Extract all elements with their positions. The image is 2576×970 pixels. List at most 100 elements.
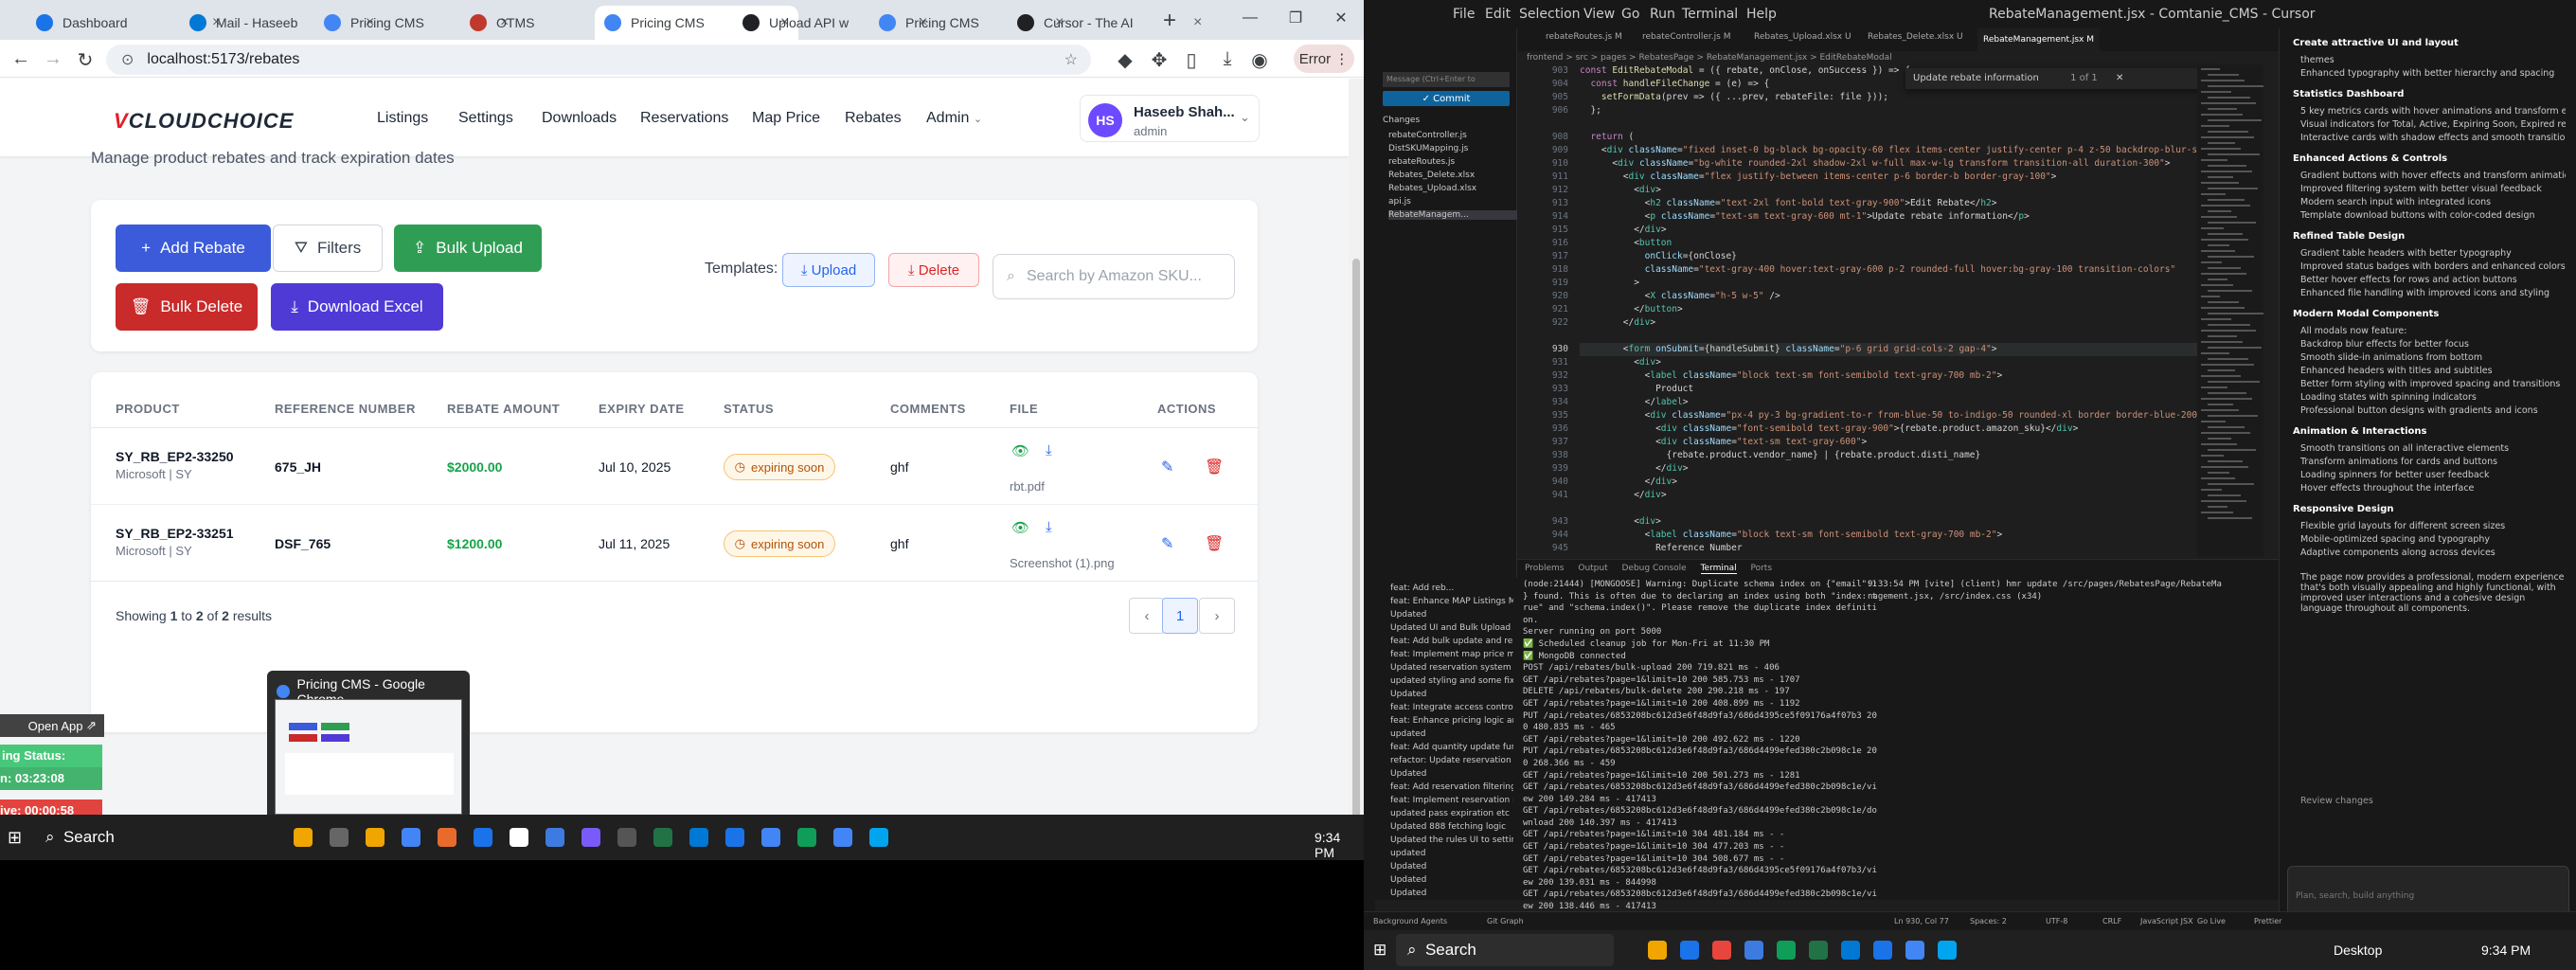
changed-file[interactable]: rebateRoutes.js (1388, 157, 1455, 167)
new-tab-button[interactable]: + (1163, 8, 1176, 34)
git-commit-item[interactable]: Updated (1390, 889, 1513, 898)
view-file-icon[interactable]: 👁 (1011, 442, 1029, 459)
git-commit-item[interactable]: Updated (1390, 769, 1513, 779)
commit-message-input[interactable]: Message (Ctrl+Enter to commit...) (1383, 72, 1510, 99)
nav-reservations[interactable]: Reservations (640, 110, 728, 127)
delete-icon[interactable]: 🗑 (1205, 534, 1224, 553)
taskbar-app-icon[interactable] (1712, 941, 1731, 960)
taskbar-app-icon[interactable] (1841, 941, 1860, 960)
page-1-button[interactable]: 1 (1162, 598, 1198, 634)
menu-selection[interactable]: Selection (1519, 7, 1581, 22)
editor-tab[interactable]: Rebates_Upload.xlsx U (1754, 32, 1852, 42)
taskbar-app-icon[interactable] (474, 828, 492, 847)
menu-go[interactable]: Go (1621, 7, 1639, 22)
git-commit-item[interactable]: Updated 888 fetching logic (1390, 822, 1513, 832)
sidebar-icon[interactable]: ▯ (1180, 48, 1203, 72)
status-item[interactable]: Go Live (2197, 917, 2226, 925)
windows-start-icon[interactable]: ⊞ (8, 828, 22, 848)
nav-settings[interactable]: Settings (458, 110, 513, 127)
edit-icon[interactable]: ✎ (1161, 458, 1173, 476)
status-item[interactable]: JavaScript JSX (2140, 917, 2193, 925)
page-scrollbar[interactable] (1349, 79, 1364, 824)
git-commit-item[interactable]: feat: Integrate access control an... (1390, 703, 1513, 712)
git-commit-item[interactable]: feat: Implement reservation ma... (1390, 796, 1513, 805)
template-upload-button[interactable]: ⤓ Upload (782, 253, 875, 287)
git-commit-item[interactable]: Updated reservation system Ho... (1390, 663, 1513, 673)
taskbar-app-icon[interactable] (653, 828, 672, 847)
editor-tab-active[interactable]: RebateManagement.jsx M (1977, 28, 2100, 51)
taskbar-app-icon[interactable] (510, 828, 528, 847)
taskbar-app-icon[interactable] (833, 828, 852, 847)
taskbar-app-icon[interactable] (1744, 941, 1763, 960)
git-commit-item[interactable]: feat: Add reservation filtering an... (1390, 782, 1513, 792)
taskbar-window-preview[interactable]: Pricing CMS - Google Chrome (267, 671, 470, 824)
taskbar-app-icon[interactable] (1905, 941, 1924, 960)
taskbar-app-icon[interactable] (689, 828, 708, 847)
taskbar-search[interactable]: ⌕ Search (1396, 934, 1614, 966)
taskbar-app-icon[interactable] (617, 828, 636, 847)
git-commit-item[interactable]: updated (1390, 729, 1513, 739)
editor-tab[interactable]: Rebates_Delete.xlsx U (1868, 32, 1963, 42)
taskbar-app-icon[interactable] (1938, 941, 1957, 960)
status-item[interactable]: Prettier (2254, 917, 2281, 925)
user-menu[interactable]: HS Haseeb Shah... admin ⌄ (1080, 95, 1260, 142)
error-button[interactable]: Error ⋮ (1294, 45, 1354, 73)
reload-icon[interactable]: ↻ (74, 48, 97, 72)
bulk-upload-button[interactable]: ⇪ Bulk Upload (394, 225, 542, 272)
changed-file[interactable]: Rebates_Delete.xlsx (1388, 171, 1475, 180)
changed-file[interactable]: rebateController.js (1388, 131, 1467, 140)
template-delete-button[interactable]: ⤓ Delete (888, 253, 979, 287)
changed-file[interactable]: Rebates_Upload.xlsx (1388, 184, 1476, 193)
git-commit-item[interactable]: updated (1390, 849, 1513, 858)
view-file-icon[interactable]: 👁 (1011, 519, 1029, 536)
bulk-delete-button[interactable]: 🗑 Bulk Delete (116, 283, 258, 331)
tab-ports[interactable]: Ports (1750, 564, 1772, 573)
git-commit-item[interactable]: feat: Add reb... (1390, 584, 1513, 593)
status-item[interactable]: UTF-8 (2046, 917, 2067, 925)
terminal-output[interactable]: (node:21444) [MONGOOSE] Warning: Duplica… (1523, 579, 1877, 913)
editor-tab[interactable]: rebateController.js M (1642, 32, 1730, 42)
taskbar-app-icon[interactable] (761, 828, 780, 847)
download-icon[interactable]: ⤓ (1216, 48, 1239, 70)
close-icon[interactable]: ✕ (1318, 0, 1364, 36)
menu-run[interactable]: Run (1650, 7, 1675, 22)
taskbar-search[interactable]: ⌕ Search (34, 821, 271, 853)
git-commit-item[interactable]: feat: Enhance pricing logic and ... (1390, 716, 1513, 726)
tab-debug-console[interactable]: Debug Console (1622, 564, 1687, 573)
git-commit-item[interactable]: Updated the rules UI to settings... (1390, 835, 1513, 845)
status-item[interactable]: Background Agents (1373, 917, 1447, 925)
filters-button[interactable]: ⛛ Filters (273, 225, 383, 272)
status-item[interactable]: Git Graph (1487, 917, 1524, 925)
taskbar-app-icon[interactable] (725, 828, 744, 847)
git-commit-item[interactable]: feat: Implement map price man... (1390, 650, 1513, 659)
add-rebate-button[interactable]: + Add Rebate (116, 225, 271, 272)
tab-problems[interactable]: Problems (1525, 564, 1564, 573)
commit-button[interactable]: ✓ Commit (1383, 91, 1510, 106)
status-item[interactable]: Ln 930, Col 77 (1894, 917, 1949, 925)
taskbar-app-icon[interactable] (366, 828, 385, 847)
editor-tab[interactable]: rebateRoutes.js M (1546, 32, 1622, 42)
next-page-button[interactable]: › (1199, 598, 1235, 634)
taskbar-app-icon[interactable] (1809, 941, 1828, 960)
taskbar-app-icon[interactable] (330, 828, 349, 847)
taskbar-app-icon[interactable] (1680, 941, 1699, 960)
download-excel-button[interactable]: ⤓ Download Excel (271, 283, 443, 331)
delete-icon[interactable]: 🗑 (1205, 458, 1224, 476)
menu-view[interactable]: View (1583, 7, 1615, 22)
extensions-puzzle-icon[interactable]: ✥ (1148, 48, 1171, 72)
windows-start-icon[interactable]: ⊞ (1373, 941, 1386, 960)
prev-page-button[interactable]: ‹ (1129, 598, 1165, 634)
taskbar-app-icon[interactable] (1777, 941, 1796, 960)
taskbar-app-icon[interactable] (1648, 941, 1667, 960)
nav-listings[interactable]: Listings (377, 110, 428, 127)
extension-icon[interactable]: ◆ (1114, 48, 1136, 72)
git-commit-item[interactable]: Updated (1390, 862, 1513, 871)
status-item[interactable]: Spaces: 2 (1970, 917, 2007, 925)
open-app-button[interactable]: Open App ⇗ (0, 714, 104, 737)
address-bar[interactable]: ⊙ localhost:5173/rebates ☆ (106, 45, 1091, 75)
taskbar-app-icon[interactable] (869, 828, 888, 847)
back-icon[interactable]: ← (9, 48, 32, 70)
tab-close-icon[interactable]: × (1193, 14, 1202, 31)
profile-icon[interactable]: ◉ (1248, 48, 1271, 72)
menu-edit[interactable]: Edit (1485, 7, 1511, 22)
